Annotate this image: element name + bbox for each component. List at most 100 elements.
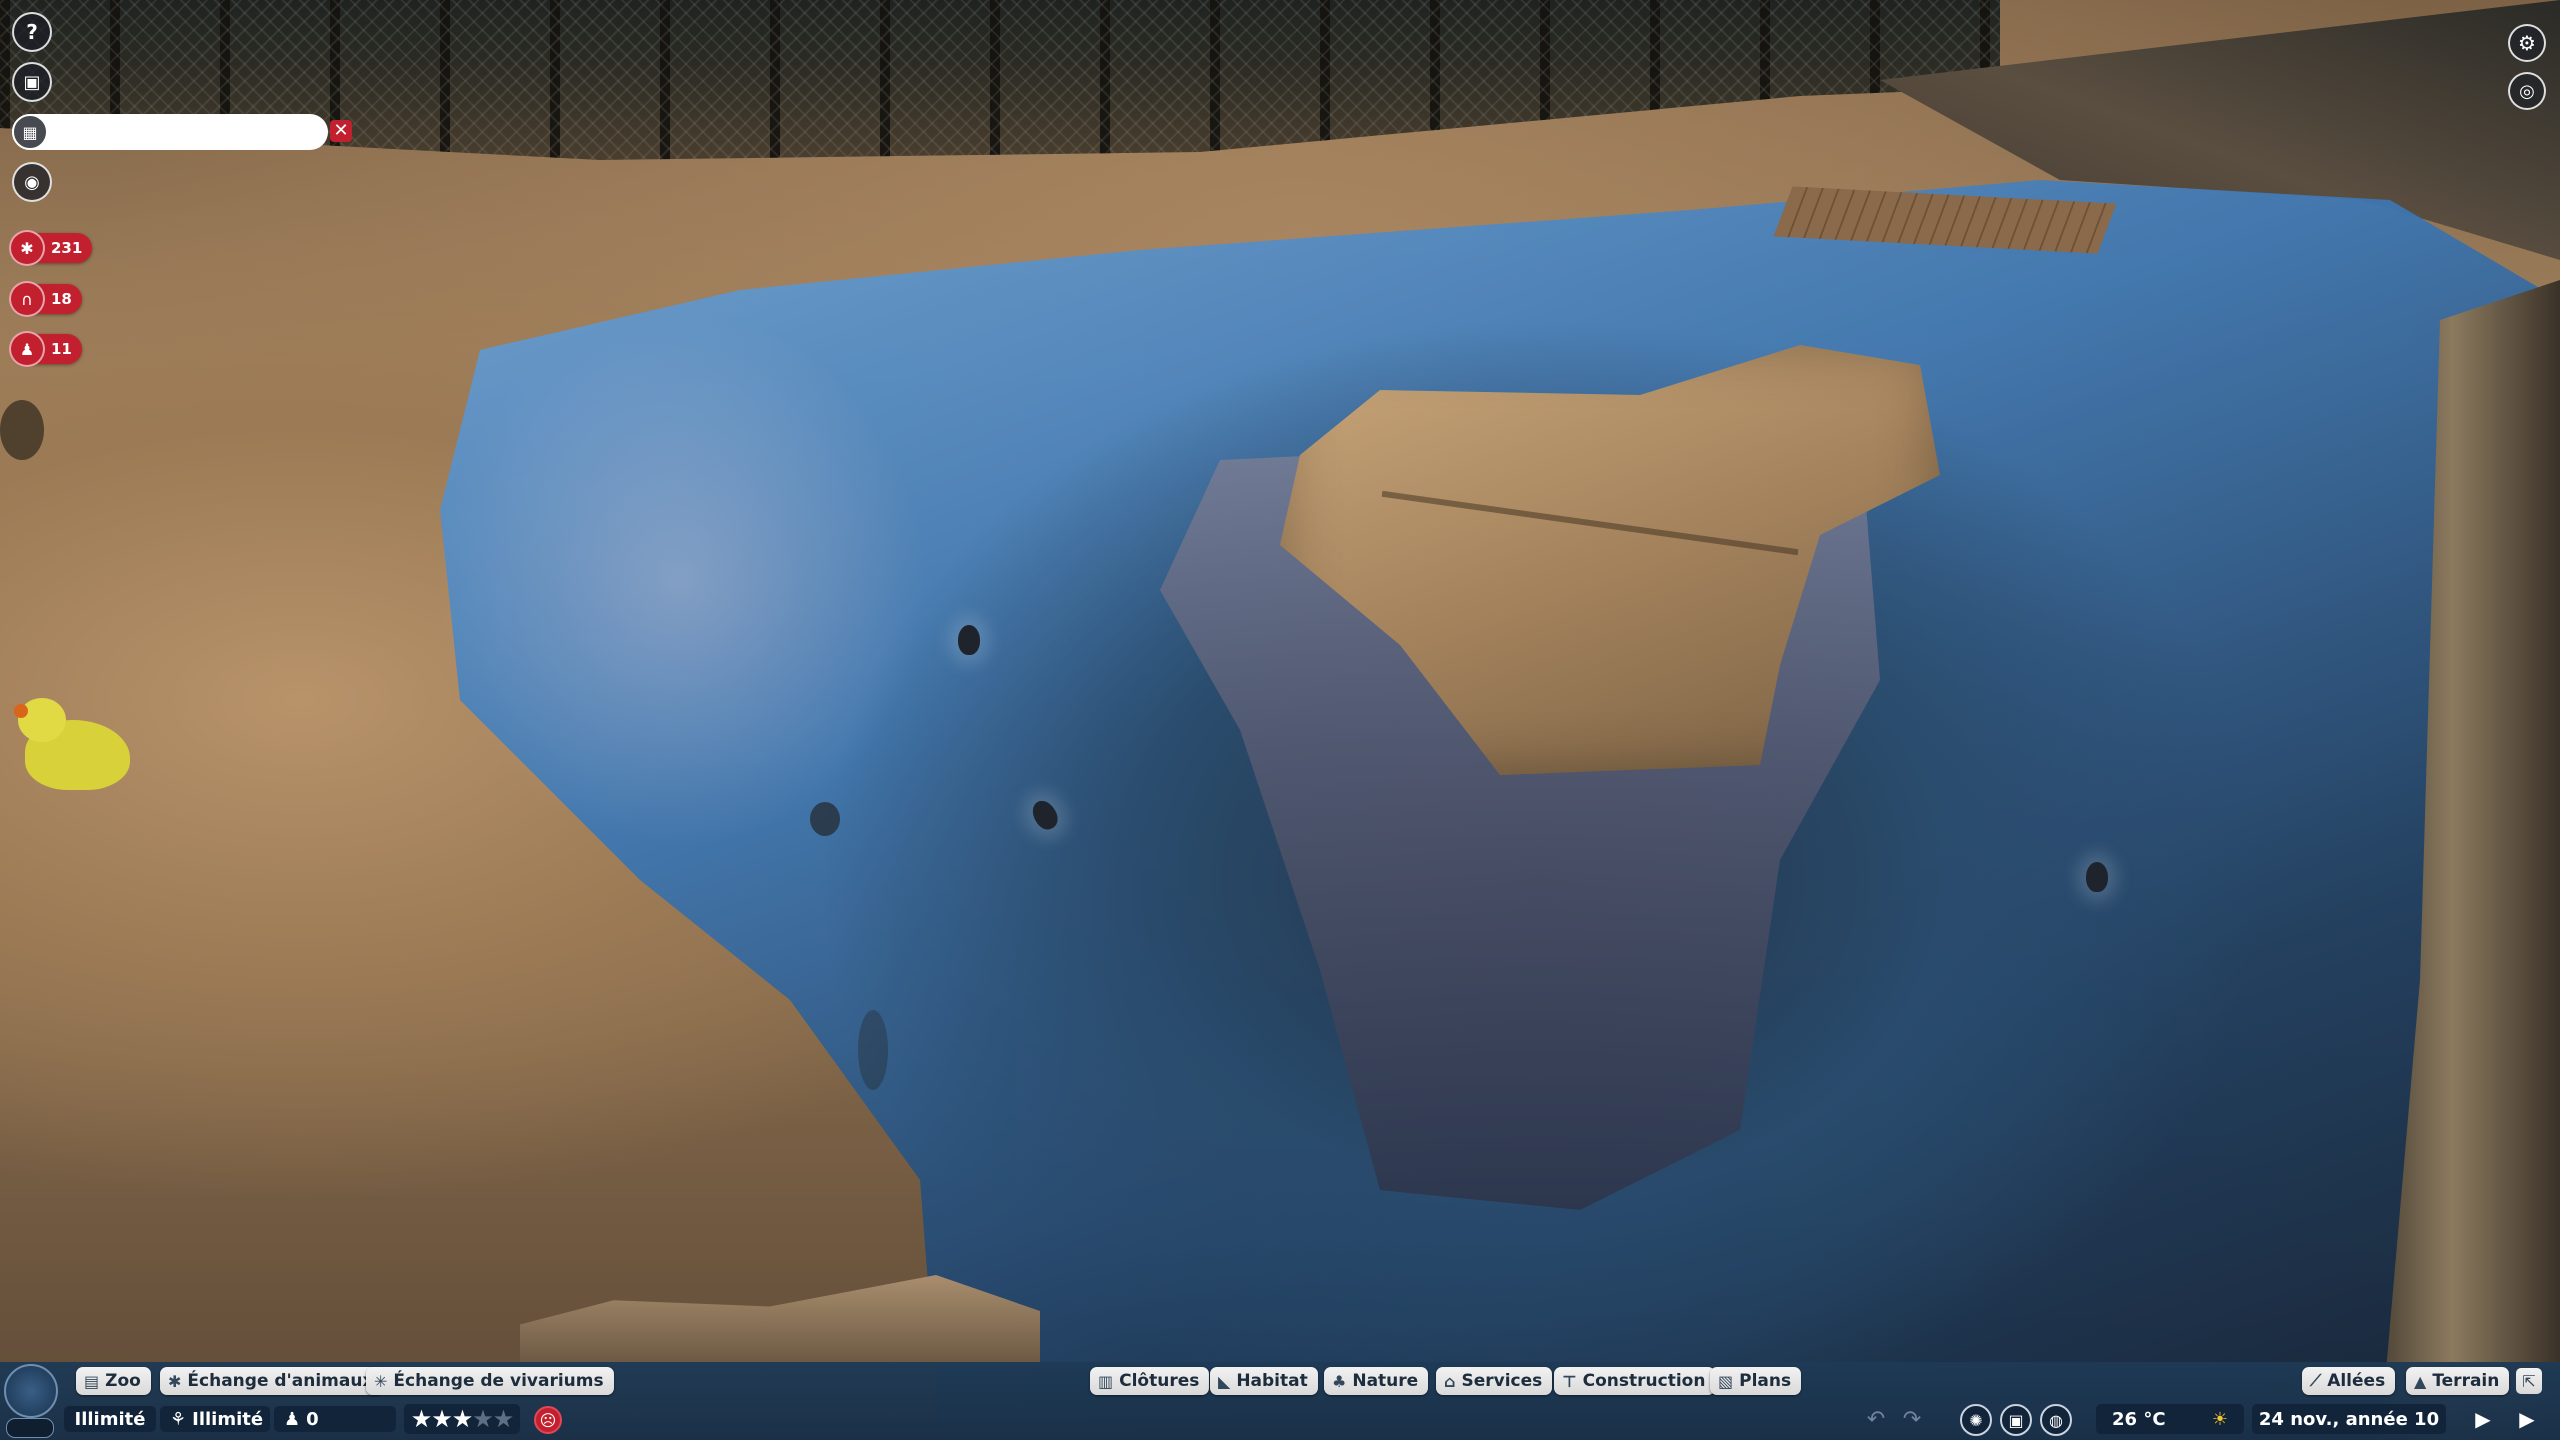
undo-button[interactable]: ↶ xyxy=(1862,1406,1890,1434)
tab-services-label: Services xyxy=(1461,1371,1543,1391)
construction-icon: ⊤ xyxy=(1562,1371,1577,1391)
blueprint-icon: ▧ xyxy=(1718,1371,1734,1391)
guest-mood-button[interactable]: ☹ xyxy=(534,1406,562,1434)
tab-paths-label: Allées xyxy=(2327,1371,2386,1391)
tab-construction[interactable]: ⊤ Construction xyxy=(1554,1367,1716,1395)
overlay-button[interactable]: ✺ xyxy=(1960,1404,1992,1436)
research-icon: ⚘ xyxy=(170,1408,187,1430)
tab-vivarium-exchange[interactable]: ✳ Échange de vivariums xyxy=(366,1367,614,1395)
guests-display[interactable]: ♟ 0 xyxy=(274,1406,396,1432)
path-icon: ⟋ xyxy=(2310,1371,2322,1390)
calendar-icon[interactable]: ▦ xyxy=(12,114,48,150)
help-button[interactable]: ? xyxy=(12,12,52,52)
eye-icon: ◎ xyxy=(2519,80,2535,102)
guests-value: 0 xyxy=(306,1408,319,1430)
animals-count-badge[interactable]: ✱ 231 xyxy=(9,230,93,266)
tab-blueprints[interactable]: ▧ Plans xyxy=(1710,1367,1802,1395)
animal-list-button[interactable]: ▣ xyxy=(12,62,52,102)
staff-count-badge[interactable]: ♟ 11 xyxy=(9,331,82,367)
tab-terrain-label: Terrain xyxy=(2432,1371,2500,1391)
penguin[interactable] xyxy=(2086,862,2108,892)
rating-star-icon: ★ xyxy=(451,1405,473,1433)
date-display[interactable]: 24 nov., année 10 xyxy=(2252,1404,2446,1434)
aperture-icon: ✺ xyxy=(1969,1410,1983,1430)
rating-star-empty-icon: ★ xyxy=(492,1405,514,1433)
tab-zoo-label: Zoo xyxy=(105,1371,141,1391)
habitats-count: 18 xyxy=(51,290,72,308)
research-display[interactable]: ⚘ Illimité xyxy=(160,1406,270,1432)
penguin-shadow xyxy=(810,802,840,836)
money-display[interactable]: Illimité xyxy=(64,1406,156,1432)
help-icon: ? xyxy=(26,20,38,44)
weather-display[interactable]: 26 °C ☀ xyxy=(2096,1404,2244,1434)
tab-habitat[interactable]: ◣ Habitat xyxy=(1210,1367,1318,1395)
rating-star-icon: ★ xyxy=(410,1405,432,1433)
research-value: Illimité xyxy=(192,1408,264,1430)
tab-habitat-label: Habitat xyxy=(1236,1371,1308,1391)
close-icon: ✕ xyxy=(333,120,349,141)
tab-animal-exchange[interactable]: ✱ Échange d'animaux xyxy=(160,1367,384,1395)
eye-icon: ◉ xyxy=(24,171,40,193)
habitat-icon: ◣ xyxy=(1218,1371,1231,1391)
water-shallows xyxy=(430,280,1130,1080)
game-viewport[interactable] xyxy=(0,0,2560,1440)
tab-animal-exchange-label: Échange d'animaux xyxy=(187,1371,374,1391)
penguin[interactable] xyxy=(958,625,980,655)
camera-view-button[interactable]: ◎ xyxy=(2508,72,2546,110)
guest-arch-icon: ∩ xyxy=(9,281,45,317)
tab-fences-label: Clôtures xyxy=(1119,1371,1200,1391)
visibility-button[interactable]: ◉ xyxy=(12,162,52,202)
habitats-count-badge[interactable]: ∩ 18 xyxy=(9,281,82,317)
guests-icon: ♟ xyxy=(284,1408,301,1430)
play-icon: ▶ xyxy=(2475,1407,2491,1431)
compass-button[interactable] xyxy=(4,1364,58,1418)
temperature-value: 26 °C xyxy=(2112,1408,2166,1430)
redo-icon: ↷ xyxy=(1902,1407,1922,1432)
expand-menu-button[interactable]: ⇱ xyxy=(2516,1368,2542,1394)
animal-card-icon: ▣ xyxy=(23,71,41,93)
play-button[interactable]: ▶ xyxy=(2470,1406,2496,1432)
lens-icon: ◍ xyxy=(2049,1410,2063,1430)
gear-icon: ⚙ xyxy=(2518,31,2536,55)
camera-icon: ▣ xyxy=(2008,1410,2024,1430)
tab-blueprints-label: Plans xyxy=(1739,1371,1792,1391)
penguin-shadow xyxy=(858,1010,888,1090)
animals-count: 231 xyxy=(51,239,83,257)
tab-terrain[interactable]: ▲ Terrain xyxy=(2406,1367,2510,1395)
bug-icon: ✳ xyxy=(374,1371,388,1391)
camera-mode-button[interactable]: ▣ xyxy=(2000,1404,2032,1436)
clear-search-button[interactable]: ✕ xyxy=(330,120,352,142)
fence-icon: ▥ xyxy=(1098,1371,1114,1391)
money-value: Illimité xyxy=(74,1408,146,1430)
tab-fences[interactable]: ▥ Clôtures xyxy=(1090,1367,1210,1395)
sun-icon: ☀ xyxy=(2211,1408,2228,1430)
rating-star-icon: ★ xyxy=(431,1405,452,1433)
undo-icon: ↶ xyxy=(1866,1407,1886,1432)
tab-nature[interactable]: ♣ Nature xyxy=(1324,1367,1429,1395)
expand-icon: ⇱ xyxy=(2522,1371,2536,1391)
search-input[interactable] xyxy=(48,116,328,148)
tab-vivarium-exchange-label: Échange de vivariums xyxy=(393,1371,604,1391)
tab-nature-label: Nature xyxy=(1352,1371,1419,1391)
settings-button[interactable]: ⚙ xyxy=(2508,24,2546,62)
sad-face-icon: ☹ xyxy=(539,1410,557,1430)
zoo-icon: ▤ xyxy=(84,1371,100,1391)
tab-services[interactable]: ⌂ Services xyxy=(1436,1367,1553,1395)
staff-count: 11 xyxy=(51,340,72,358)
search-bar: ▦ xyxy=(12,114,328,150)
tab-construction-label: Construction xyxy=(1582,1371,1706,1391)
terrain-icon: ▲ xyxy=(2414,1371,2427,1391)
fast-forward-button[interactable]: ▶ xyxy=(2514,1406,2540,1432)
paw-icon: ✱ xyxy=(9,230,45,266)
tab-zoo[interactable]: ▤ Zoo xyxy=(76,1367,151,1395)
staff-icon: ♟ xyxy=(9,331,45,367)
photo-mode-button[interactable]: ◍ xyxy=(2040,1404,2072,1436)
tab-paths[interactable]: ⟋ Allées xyxy=(2302,1367,2396,1395)
speed-toggle[interactable] xyxy=(6,1418,54,1438)
redo-button[interactable]: ↷ xyxy=(1898,1406,1926,1434)
date-value: 24 nov., année 10 xyxy=(2258,1408,2440,1430)
rubber-duck-beak xyxy=(14,704,28,718)
tree-icon: ♣ xyxy=(1332,1371,1347,1391)
fast-forward-icon: ▶ xyxy=(2519,1407,2535,1431)
zoo-rating[interactable]: ★ ★ ★ ★ ★ xyxy=(404,1404,520,1434)
